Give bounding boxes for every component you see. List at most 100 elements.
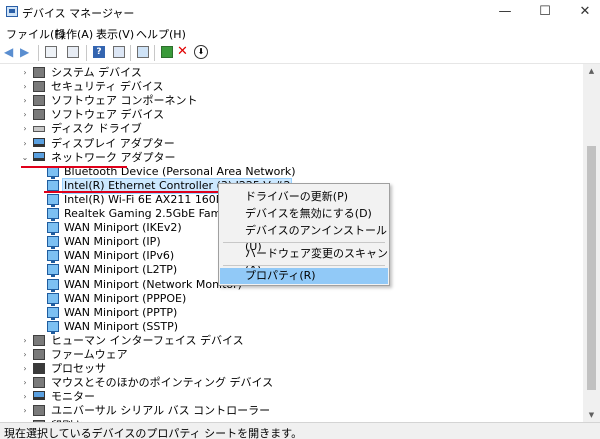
tree-category[interactable]: › ディスク ドライブ <box>0 122 583 136</box>
ctx-properties[interactable]: プロパティ(R) <box>220 268 388 284</box>
scan-hardware-icon[interactable] <box>136 45 150 59</box>
forward-icon[interactable]: ▶ <box>20 45 34 59</box>
scroll-down-icon[interactable]: ▼ <box>583 408 600 422</box>
expand-icon[interactable]: › <box>21 108 29 122</box>
scroll-thumb[interactable] <box>587 146 596 390</box>
vertical-scrollbar[interactable]: ▲ ▼ <box>583 64 600 422</box>
network-device-icon <box>47 179 59 193</box>
display-adapter-icon <box>33 137 45 147</box>
network-device-icon <box>47 320 59 334</box>
view-icon[interactable] <box>112 45 126 59</box>
network-device-icon <box>47 278 59 292</box>
menu-action[interactable]: 操作(A) <box>55 26 93 42</box>
expand-icon[interactable]: › <box>21 66 29 80</box>
expand-icon[interactable]: › <box>21 376 29 390</box>
tree-item-label: WAN Miniport (IP) <box>64 235 161 249</box>
tree-item-label: WAN Miniport (IPv6) <box>64 249 175 263</box>
tree-item-label: マウスとそのほかのポインティング デバイス <box>51 376 274 390</box>
expand-icon[interactable]: › <box>21 122 29 136</box>
expand-icon[interactable]: › <box>21 362 29 376</box>
tree-item-label: ユニバーサル シリアル バス コントローラー <box>51 404 271 418</box>
download-icon[interactable]: ⬇ <box>194 45 208 59</box>
tree-item-label: ネットワーク アダプター <box>51 150 176 164</box>
security-device-icon <box>33 81 45 93</box>
network-adapter-item[interactable]: WAN Miniport (PPTP) <box>0 306 583 320</box>
tree-category[interactable]: › セキュリティ デバイス <box>0 80 583 94</box>
monitor-icon <box>33 391 45 401</box>
network-adapter-icon <box>33 151 45 161</box>
tree-category[interactable]: › ソフトウェア デバイス <box>0 108 583 122</box>
window-title: デバイス マネージャー <box>22 7 135 20</box>
tree-category[interactable]: › ディスプレイ アダプター <box>0 137 583 151</box>
expand-icon[interactable]: › <box>21 80 29 94</box>
expand-icon[interactable]: › <box>21 334 29 348</box>
tree-category-network[interactable]: ⌄ ネットワーク アダプター <box>0 151 583 165</box>
tree-category[interactable]: › ヒューマン インターフェイス デバイス <box>0 334 583 348</box>
toolbar-separator <box>130 45 131 61</box>
firmware-icon <box>33 349 45 360</box>
properties-icon[interactable] <box>66 45 80 59</box>
minimize-button[interactable]: — <box>490 2 520 22</box>
toolbar-separator <box>154 45 155 61</box>
show-hide-tree-icon[interactable] <box>44 45 58 59</box>
network-device-icon <box>47 193 59 207</box>
tree-item-label: ディスプレイ アダプター <box>51 136 175 150</box>
network-device-icon <box>47 250 59 264</box>
title-bar: デバイス マネージャー — ☐ ✕ <box>0 0 600 24</box>
network-device-icon <box>47 264 59 278</box>
network-device-icon <box>47 306 59 320</box>
usb-controller-icon <box>33 405 45 417</box>
tree-category[interactable]: › ファームウェア <box>0 348 583 362</box>
tree-item-label: WAN Miniport (SSTP) <box>64 319 179 333</box>
menu-help[interactable]: ヘルプ(H) <box>136 26 186 42</box>
close-button[interactable]: ✕ <box>570 2 600 22</box>
tree-item-label: システム デバイス <box>51 66 142 79</box>
tree-category[interactable]: › プロセッサ <box>0 362 583 376</box>
collapse-icon[interactable]: ⌄ <box>21 151 29 165</box>
expand-icon[interactable]: › <box>21 137 29 151</box>
tree-category[interactable]: › ユニバーサル シリアル バス コントローラー <box>0 404 583 418</box>
expand-icon[interactable]: › <box>21 390 29 404</box>
tree-item-label: WAN Miniport (IKEv2) <box>64 221 182 235</box>
ctx-separator <box>223 242 385 243</box>
network-adapter-item[interactable]: WAN Miniport (PPPOE) <box>0 292 583 306</box>
toolbar-separator <box>86 45 87 61</box>
network-device-icon <box>47 236 59 250</box>
ctx-scan-hardware[interactable]: ハードウェア変更のスキャン(A) <box>220 246 388 276</box>
network-device-icon <box>47 208 59 221</box>
tree-category[interactable]: › モニター <box>0 390 583 404</box>
processor-icon <box>33 363 45 375</box>
expand-icon[interactable]: › <box>21 404 29 418</box>
tree-item-label: モニター <box>51 390 95 404</box>
back-icon[interactable]: ◀ <box>4 45 18 59</box>
tree-item-label: WAN Miniport (PPPOE) <box>64 291 187 305</box>
ctx-uninstall-device[interactable]: デバイスのアンインストール(U) <box>220 223 388 253</box>
ctx-disable-device[interactable]: デバイスを無効にする(D) <box>220 206 388 222</box>
maximize-button[interactable]: ☐ <box>530 2 560 22</box>
tree-category[interactable]: › ソフトウェア コンポーネント <box>0 94 583 108</box>
tree-item-label: WAN Miniport (Network Monitor) <box>64 277 242 291</box>
tree-item-label: ファームウェア <box>51 348 128 361</box>
ctx-update-driver[interactable]: ドライバーの更新(P) <box>220 189 388 205</box>
tree-category[interactable]: › マウスとそのほかのポインティング デバイス <box>0 376 583 390</box>
device-manager-icon <box>6 6 18 17</box>
context-menu: ドライバーの更新(P) デバイスを無効にする(D) デバイスのアンインストール(… <box>218 183 390 286</box>
scroll-up-icon[interactable]: ▲ <box>583 64 600 78</box>
expand-icon[interactable]: › <box>21 94 29 108</box>
uninstall-icon[interactable]: ✕ <box>177 45 191 59</box>
menu-view[interactable]: 表示(V) <box>96 26 134 42</box>
expand-icon[interactable]: › <box>21 348 29 362</box>
network-device-icon <box>47 292 59 306</box>
update-driver-toolbar-icon[interactable] <box>160 45 174 59</box>
tree-item-label: プロセッサ <box>51 362 106 376</box>
tree-item-label: ソフトウェア コンポーネント <box>51 94 198 108</box>
hid-icon <box>33 334 45 346</box>
toolbar: ◀ ▶ ? ✕ ⬇ <box>0 42 600 64</box>
tree-category[interactable]: › システム デバイス <box>0 66 583 80</box>
menu-bar: ファイル(F) 操作(A) 表示(V) ヘルプ(H) <box>0 24 600 42</box>
status-text: 現在選択しているデバイスのプロパティ シートを開きます。 <box>4 427 303 439</box>
mouse-icon <box>33 377 45 389</box>
network-adapter-item[interactable]: WAN Miniport (SSTP) <box>0 320 583 334</box>
network-device-icon <box>47 222 59 236</box>
help-icon[interactable]: ? <box>92 45 106 59</box>
